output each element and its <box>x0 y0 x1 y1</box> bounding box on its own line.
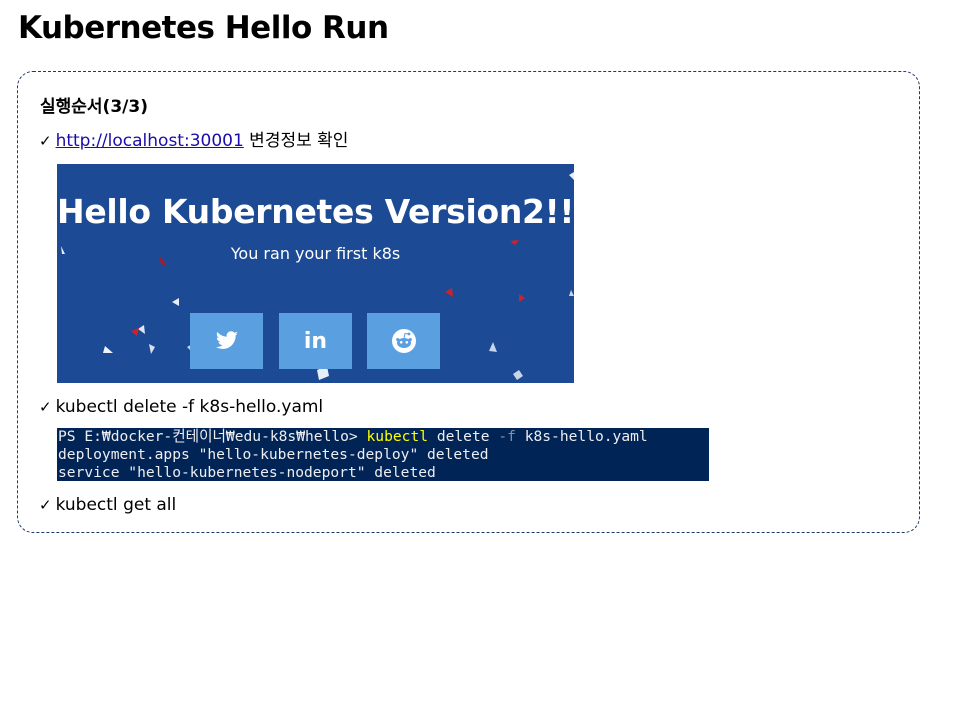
terminal-line-3: service "hello-kubernetes-nodeport" dele… <box>58 464 436 481</box>
terminal-flag: -f <box>498 428 516 445</box>
slide-title: Kubernetes Hello Run <box>18 10 389 46</box>
step-check-url: ✓ http://localhost:30001 변경정보 확인 <box>39 126 348 151</box>
terminal-arg: delete <box>428 428 499 445</box>
step-delete-text: kubectl delete -f k8s-hello.yaml <box>55 397 324 417</box>
powershell-terminal: PS E:₩docker-컨테이너₩edu-k8s₩hello> kubectl… <box>57 428 709 481</box>
hello-heading: Hello Kubernetes Version2!!! <box>57 192 574 231</box>
terminal-command: kubectl <box>366 428 429 445</box>
reddit-share-button[interactable] <box>367 313 440 369</box>
step-delete: ✓ kubectl delete -f k8s-hello.yaml <box>39 397 323 417</box>
step-get-all: ✓ kubectl get all <box>39 495 176 515</box>
check-icon: ✓ <box>39 132 52 150</box>
twitter-share-button[interactable] <box>190 313 263 369</box>
terminal-line-2: deployment.apps "hello-kubernetes-deploy… <box>58 446 489 463</box>
hello-kubernetes-screenshot: Hello Kubernetes Version2!!! You ran you… <box>57 164 574 383</box>
twitter-icon <box>215 331 238 349</box>
terminal-arg: k8s-hello.yaml <box>515 428 648 445</box>
terminal-line-1: PS E:₩docker-컨테이너₩edu-k8s₩hello> kubectl… <box>58 428 709 446</box>
section-heading: 실행순서(3/3) <box>40 97 148 117</box>
step-get-all-text: kubectl get all <box>55 495 177 515</box>
localhost-link[interactable]: http://localhost:30001 <box>56 131 244 151</box>
content-box: 실행순서(3/3) ✓ http://localhost:30001 변경정보 확… <box>17 71 920 533</box>
check-icon: ✓ <box>39 398 52 416</box>
hello-subheading: You ran your first k8s <box>230 244 401 263</box>
terminal-prompt: PS E:₩docker-컨테이너₩edu-k8s₩hello> <box>58 428 367 445</box>
check-icon: ✓ <box>39 496 52 514</box>
linkedin-icon: in <box>303 328 328 354</box>
reddit-icon <box>391 329 416 353</box>
linkedin-share-button[interactable]: in <box>279 313 352 369</box>
step-description: 변경정보 확인 <box>243 131 349 151</box>
